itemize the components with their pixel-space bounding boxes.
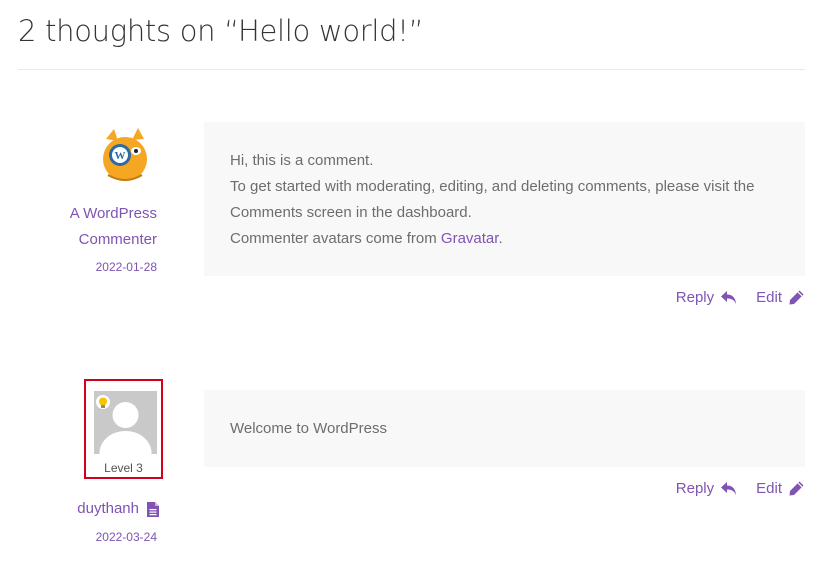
comment-text-suffix: . [498,230,503,247]
reply-button[interactable]: Reply [676,480,738,497]
comment-author: A WordPress Commenter 2022-01-28 [70,201,157,276]
comments-title: 2 thoughts on “Hello world!” [18,14,424,48]
pencil-icon [789,481,804,496]
comment-author: duythanh [77,496,159,522]
edit-button[interactable]: Edit [756,289,805,306]
comment-text-line: To get started with moderating, editing,… [230,178,755,195]
comment-body: Welcome to WordPress [204,390,805,467]
gravatar-link[interactable]: Gravatar [441,230,499,247]
comment-actions: Reply Edit [676,480,805,497]
title-divider [18,69,805,70]
edit-button[interactable]: Edit [756,480,805,497]
author-name-line-1[interactable]: A WordPress [70,201,157,227]
comment-text-prefix: Commenter avatars come from [230,230,441,247]
svg-text:W: W [115,150,126,162]
wapuu-avatar-icon[interactable]: W [98,125,152,183]
author-name[interactable]: duythanh [77,496,139,522]
comment-date[interactable]: 2022-01-28 [70,258,157,276]
comment-actions: Reply Edit [676,289,805,306]
edit-label: Edit [756,289,782,306]
edit-label: Edit [756,480,782,497]
avatar-highlight-box[interactable]: Level 3 [84,379,163,479]
reply-icon [721,290,737,304]
comment-body: Hi, this is a comment. To get started wi… [204,122,805,276]
comment-text-line: Hi, this is a comment. [230,152,374,169]
reply-label: Reply [675,480,715,497]
comment-text-line: Welcome to WordPress [230,420,387,437]
document-icon [147,501,159,517]
comment-text-line: Comments screen in the dashboard. [230,204,472,221]
level-badge: Level 3 [104,461,143,475]
author-name-line-2[interactable]: Commenter [70,227,157,253]
pencil-icon [789,290,804,305]
comment-text-line: Commenter avatars come from Gravatar. [230,226,779,252]
reply-label: Reply [675,289,715,306]
reply-icon [721,481,737,495]
comment-date[interactable]: 2022-03-24 [96,528,157,546]
lightbulb-icon [96,395,110,409]
reply-button[interactable]: Reply [676,289,738,306]
